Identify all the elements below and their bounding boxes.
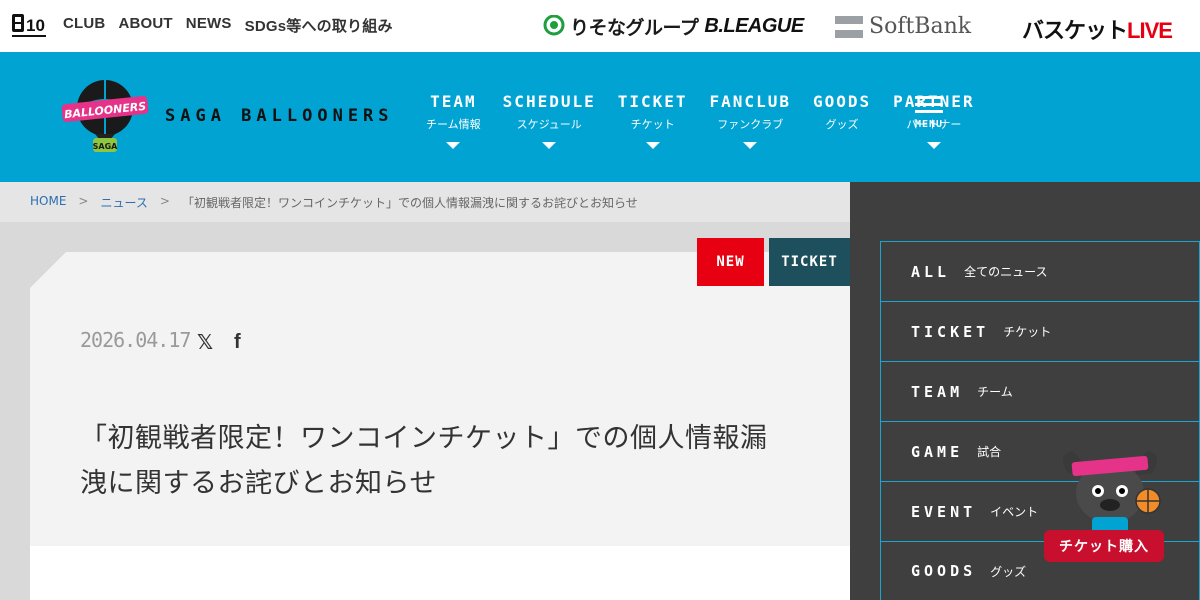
caret-down-icon	[743, 142, 758, 149]
category-label-en: GAME	[911, 442, 964, 461]
article-title: 「初観戦者限定！ワンコインチケット」での個人情報漏洩に関するお詫びとお知らせ	[80, 423, 768, 499]
category-label-en: TICKET	[911, 322, 990, 341]
sponsor-bleague-text: B.LEAGUE	[704, 15, 804, 37]
breadcrumb-current: 「初観戦者限定！ワンコインチケット」での個人情報漏洩に関するお詫びとお知らせ	[181, 196, 638, 210]
top-utility-bar: 10 CLUB ABOUT NEWS SDGs等への取り組み りそなグループ B…	[0, 0, 1200, 52]
category-label-ja: イベント	[990, 505, 1039, 519]
category-label-en: EVENT	[911, 502, 977, 521]
category-label-en: ALL	[911, 262, 951, 281]
facebook-share-icon[interactable]: f	[234, 332, 241, 352]
caret-down-icon	[446, 142, 461, 149]
softbank-logo-icon	[835, 15, 863, 38]
x-share-icon[interactable]: 𝕏	[197, 332, 213, 352]
nav-label-en: FANCLUB	[709, 92, 791, 111]
main-nav: TEAM チーム情報 SCHEDULE スケジュール TICKET チケット F…	[426, 92, 997, 149]
nav-item-schedule[interactable]: SCHEDULE スケジュール	[503, 92, 596, 149]
nav-item-ticket[interactable]: TICKET チケット	[618, 92, 688, 149]
category-team[interactable]: TEAM チーム	[880, 361, 1200, 421]
ticket-purchase-button[interactable]: チケット購入	[1044, 530, 1164, 562]
category-tag-ticket[interactable]: TICKET	[769, 238, 850, 286]
logo-number: 10	[26, 16, 45, 35]
nav-label-ja: ファンクラブ	[717, 118, 784, 131]
nav-item-goods[interactable]: GOODS グッズ	[813, 92, 871, 149]
category-label-en: GOODS	[911, 562, 977, 580]
club-logo[interactable]: BALLOONERS SAGA	[60, 74, 150, 154]
category-label-ja: 全てのニュース	[964, 265, 1048, 279]
breadcrumb-news[interactable]: ニュース	[100, 194, 147, 211]
top-nav-sdgs[interactable]: SDGs等への取り組み	[245, 15, 393, 36]
top-nav-news[interactable]: NEWS	[186, 15, 232, 36]
category-label-ja: チーム	[977, 385, 1013, 399]
main-header: BALLOONERS SAGA SAGA BALLOONERS TEAM チーム…	[0, 52, 1200, 182]
category-label-ja: チケット	[1003, 325, 1052, 339]
category-label-en: TEAM	[911, 382, 964, 401]
nav-label-ja: スケジュール	[516, 118, 582, 131]
resona-logo-icon	[543, 14, 565, 35]
top-nav-club[interactable]: CLUB	[63, 15, 105, 36]
caret-down-icon	[926, 142, 941, 149]
nav-label-en: TICKET	[617, 92, 688, 111]
breadcrumb: HOME > ニュース > 「初観戦者限定！ワンコインチケット」での個人情報漏洩…	[30, 194, 638, 211]
club-name[interactable]: SAGA BALLOONERS	[165, 106, 394, 126]
nav-item-fanclub[interactable]: FANCLUB ファンクラブ	[710, 92, 791, 149]
nav-label-en: TEAM	[430, 92, 477, 111]
breadcrumb-separator: >	[78, 194, 89, 208]
hamburger-icon	[915, 110, 944, 113]
nav-item-team[interactable]: TEAM チーム情報	[426, 92, 481, 149]
top-nav-about[interactable]: ABOUT	[118, 15, 172, 36]
menu-button[interactable]: MENU	[915, 96, 944, 130]
menu-label: MENU	[915, 119, 944, 130]
article-date: 2026.04.17	[80, 328, 191, 352]
sponsor-resona-bleague[interactable]: りそなグループ B.LEAGUE	[542, 13, 804, 40]
sponsor-resona-text: りそなグループ	[570, 18, 699, 39]
article-body	[30, 546, 850, 600]
caret-down-icon	[542, 142, 557, 149]
sponsor-basket-live[interactable]: バスケットLIVE	[1022, 13, 1173, 45]
hamburger-icon	[915, 96, 944, 99]
breadcrumb-home[interactable]: HOME	[30, 194, 66, 211]
caret-down-icon	[645, 142, 660, 149]
new-badge: NEW	[697, 238, 764, 286]
nav-label-ja: グッズ	[825, 118, 859, 131]
breadcrumb-separator: >	[159, 194, 170, 208]
b-league-10th-anniversary-logo[interactable]: 10	[12, 12, 48, 40]
sponsor-softbank[interactable]: SoftBank	[835, 14, 971, 39]
nav-label-ja: チケット	[630, 118, 675, 131]
category-all[interactable]: ALL 全てのニュース	[880, 241, 1200, 301]
category-label-ja: 試合	[977, 445, 1002, 459]
category-label-ja: グッズ	[990, 564, 1027, 579]
nav-label-en: GOODS	[812, 92, 872, 111]
sponsor-live-text: LIVE	[1127, 18, 1173, 43]
hamburger-icon	[915, 103, 944, 106]
club-logo-saga: SAGA	[93, 142, 119, 151]
nav-label-en: SCHEDULE	[502, 92, 596, 111]
nav-label-ja: チーム情報	[426, 118, 481, 131]
top-nav: CLUB ABOUT NEWS SDGs等への取り組み	[63, 15, 406, 36]
sponsor-softbank-text: SoftBank	[869, 14, 972, 39]
breadcrumb-bar: HOME > ニュース > 「初観戦者限定！ワンコインチケット」での個人情報漏洩…	[0, 182, 850, 222]
category-ticket[interactable]: TICKET チケット	[880, 301, 1200, 361]
sponsor-basket-text: バスケット	[1022, 18, 1128, 43]
